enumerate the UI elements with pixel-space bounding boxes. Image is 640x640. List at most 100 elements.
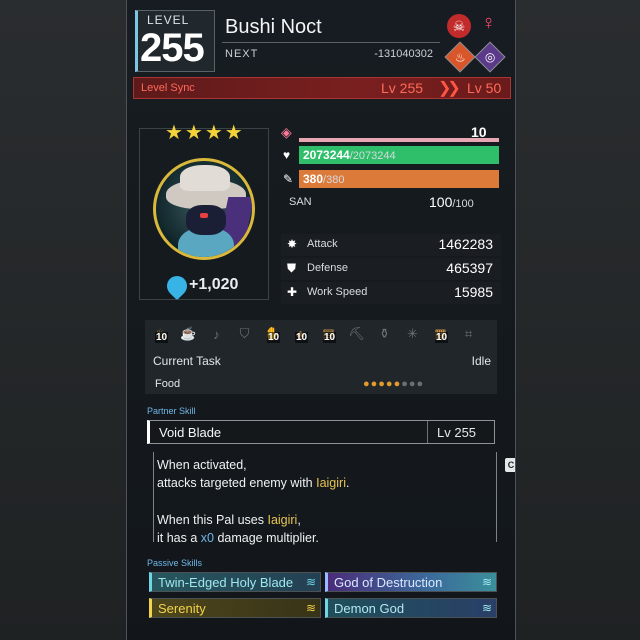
defense-value: 465397: [446, 260, 493, 276]
watering-icon: ☕: [177, 322, 200, 346]
level-sync-from: Lv 255: [381, 80, 424, 96]
work-glyph: ⌗: [464, 326, 473, 341]
work-glyph: ♪: [213, 326, 220, 342]
defense-label: Defense: [307, 262, 348, 274]
level-sync-label: Level Sync: [141, 82, 195, 94]
san-value: 100/100: [429, 194, 474, 210]
work-level-label: 10: [435, 332, 449, 343]
work-speed-icon: ✚: [287, 285, 298, 299]
work-level-label: 10: [267, 332, 281, 343]
passive-skill-label: God of Destruction: [334, 574, 443, 590]
work-glyph: ✳: [407, 326, 418, 341]
san-current: 100: [429, 194, 453, 210]
work-glyph: ☕: [180, 326, 197, 341]
level-sync-to: Lv 50: [467, 80, 502, 96]
passive-skills-section-label: Passive Skills: [147, 558, 203, 568]
level-sync-arrow-icon: ❯❯: [438, 80, 461, 97]
background-right: [516, 0, 640, 640]
attack-icon: ✸: [287, 237, 298, 251]
work-level-label: 10: [155, 332, 169, 343]
rank-up-chevrons-icon: ≋: [305, 601, 316, 615]
skill-desc-line: attacks targeted enemy with Iaigiri.: [157, 476, 350, 490]
san-max: /100: [452, 198, 474, 210]
dark-element-icon: ◎: [474, 41, 506, 73]
cooling-icon: ✳: [401, 322, 424, 346]
attack-value: 1462283: [438, 236, 493, 252]
keybind-c-tab[interactable]: C: [505, 458, 515, 472]
attack-label: Attack: [307, 238, 338, 250]
partner-skill-name: Void Blade: [159, 425, 222, 440]
sp-current: 380: [303, 172, 324, 186]
partner-skill-level: Lv 255: [437, 425, 477, 440]
sp-max: /380: [323, 174, 345, 186]
partner-skill-section-label: Partner Skill: [147, 406, 196, 416]
work-speed-row: ✚ Work Speed 15985: [281, 282, 501, 304]
rank-bar: [299, 138, 499, 142]
next-exp-value: -131040302: [374, 48, 433, 60]
food-meter: ●●●●●●●●: [363, 378, 424, 390]
work-speed-value: 15985: [454, 284, 493, 300]
passive-skill-label: Serenity: [158, 600, 206, 616]
skill-desc-line: When activated,: [157, 458, 247, 472]
san-label: SAN: [289, 196, 312, 208]
current-task-value: Idle: [471, 354, 491, 368]
skill-keyword: Iaigiri: [316, 476, 346, 490]
rank-value: 10: [471, 124, 487, 140]
transporting-icon: ▦10: [429, 322, 452, 346]
handiwork-icon: ✋10: [261, 322, 284, 346]
next-exp-label: NEXT: [225, 48, 259, 60]
skill-desc-line: it has a x0 damage multiplier.: [157, 531, 319, 545]
pal-portrait: [153, 158, 255, 260]
kindling-icon: ♨10: [149, 322, 172, 346]
portrait-face: [186, 205, 226, 235]
rank-stars: ★★★★: [165, 122, 245, 144]
work-speed-label: Work Speed: [307, 286, 368, 298]
pal-name: Bushi Noct: [225, 16, 322, 38]
pal-detail-panel: LEVEL 255 Bushi Noct ☠ ♀ NEXT -131040302…: [126, 0, 516, 640]
level-value: 255: [140, 26, 205, 70]
rank-up-chevrons-icon: ≋: [305, 575, 316, 589]
food-filled: ●●●●●: [363, 378, 402, 390]
passive-skill-label: Demon God: [334, 600, 405, 616]
rank-up-chevrons-icon: ≋: [481, 601, 492, 615]
trust-value: +1,020: [189, 276, 239, 293]
female-gender-icon: ♀: [481, 12, 496, 34]
passive-skill-god-of-destruction[interactable]: God of Destruction ≋: [325, 572, 497, 592]
passive-skill-twin-edged-holy-blade[interactable]: Twin-Edged Holy Blade ≋: [149, 572, 321, 592]
fire-element-icon: ♨: [444, 41, 476, 73]
food-label: Food: [155, 378, 181, 390]
hp-text: 2073244/2073244: [303, 148, 396, 162]
heart-icon: ♥: [283, 148, 291, 162]
current-task-label: Current Task: [153, 354, 221, 368]
next-divider: [222, 42, 440, 43]
background-left: [0, 0, 126, 640]
skill-multiplier: x0: [200, 531, 214, 545]
medicine-icon: ⚱: [373, 322, 396, 346]
rank-up-chevrons-icon: ≋: [481, 575, 492, 589]
lumbering-icon: ▤10: [317, 322, 340, 346]
passive-skill-demon-god[interactable]: Demon God ≋: [325, 598, 497, 618]
attack-row: ✸ Attack 1462283: [281, 234, 501, 256]
condenser-rank-icon: ◈: [281, 124, 292, 140]
gathering-icon: ♣10: [289, 322, 312, 346]
sp-text: 380/380: [303, 172, 344, 186]
farming-icon: ⌗: [457, 322, 480, 346]
portrait-hat-top: [180, 165, 230, 191]
planting-icon: ♪: [205, 322, 228, 346]
work-glyph: ⛉: [239, 326, 250, 341]
mining-icon: ⛏: [345, 322, 368, 346]
level-label: LEVEL: [147, 13, 190, 27]
skill-desc-line: When this Pal uses Iaigiri,: [157, 513, 301, 527]
work-glyph: ⚱: [379, 326, 390, 341]
work-glyph: ⛏: [348, 326, 365, 341]
work-level-label: 10: [323, 332, 337, 343]
hp-max: /2073244: [349, 150, 396, 162]
passive-skill-label: Twin-Edged Holy Blade: [158, 574, 294, 590]
passive-skill-serenity[interactable]: Serenity ≋: [149, 598, 321, 618]
work-suitability-icons: ♨10 ☕ ♪ ⛉ ✋10♣10▤10 ⛏ ⚱ ✳ ▦10 ⌗: [149, 322, 480, 346]
alpha-boss-icon: ☠: [447, 14, 471, 38]
defense-shield-icon: ⛊: [287, 261, 297, 275]
hp-current: 2073244: [303, 148, 350, 162]
partner-skill-divider: [427, 421, 428, 443]
electricity-icon: ⛉: [233, 322, 256, 346]
